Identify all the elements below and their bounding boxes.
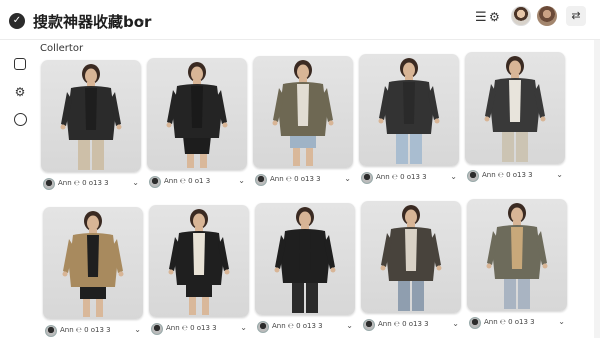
chevron-down-icon[interactable]: ⌄ <box>450 172 457 181</box>
product-meta: Ann ℮ 0 o13 3 ⌄ <box>255 321 355 335</box>
product-card[interactable]: Ann ℮ 0 o13 3 ⌄ <box>43 207 143 337</box>
product-card[interactable]: Ann ℮ 0 o13 3 ⌄ <box>41 60 141 190</box>
product-photo[interactable] <box>361 201 461 313</box>
swap-icon[interactable]: ⇄ <box>566 6 586 26</box>
product-photo[interactable] <box>465 52 565 164</box>
product-meta-text: Ann ℮ 0 o13 3 <box>166 324 217 332</box>
product-photo[interactable] <box>149 205 249 317</box>
list-icon[interactable]: ☰ <box>475 10 487 25</box>
seller-avatar[interactable] <box>255 174 267 186</box>
product-meta: Ann ℮ 0 o13 3 ⌄ <box>361 319 461 333</box>
product-photo[interactable] <box>43 207 143 319</box>
model-photo <box>484 56 546 162</box>
product-meta-text: Ann ℮ 0 o13 3 <box>378 320 429 328</box>
model-photo <box>378 58 440 164</box>
seller-avatar[interactable] <box>149 176 161 188</box>
chevron-down-icon[interactable]: ⌄ <box>132 178 139 187</box>
seller-avatar[interactable] <box>467 170 479 182</box>
user-avatar-2[interactable] <box>537 6 557 26</box>
model-photo <box>274 207 336 313</box>
product-card[interactable]: Ann ℮ 0 o13 3 ⌄ <box>255 203 355 333</box>
product-meta: Ann ℮ 0 o13 3 ⌄ <box>41 178 141 192</box>
page-title: 搜款神器收藏bor <box>33 13 152 31</box>
chevron-down-icon[interactable]: ⌄ <box>452 319 459 328</box>
product-photo[interactable] <box>467 199 567 311</box>
product-meta: Ann ℮ 0 o13 3 ⌄ <box>149 323 249 337</box>
section-title: Collertor <box>40 43 84 54</box>
product-meta-text: Ann ℮ 0 o1 3 <box>164 177 211 185</box>
product-meta-text: Ann ℮ 0 o13 3 <box>484 318 535 326</box>
product-meta: Ann ℮ 0 o1 3 ⌄ <box>147 176 247 190</box>
gear-icon[interactable]: ⚙ <box>12 84 28 100</box>
chevron-down-icon[interactable]: ⌄ <box>346 321 353 330</box>
seller-avatar[interactable] <box>43 178 55 190</box>
seller-avatar[interactable] <box>469 317 481 329</box>
product-meta: Ann ℮ 0 o13 3 ⌄ <box>43 325 143 338</box>
product-meta: Ann ℮ 0 o13 3 ⌄ <box>467 317 567 331</box>
product-photo[interactable] <box>41 60 141 172</box>
chevron-down-icon[interactable]: ⌄ <box>240 323 247 332</box>
seller-avatar[interactable] <box>361 172 373 184</box>
product-photo[interactable] <box>253 56 353 168</box>
model-photo <box>380 205 442 311</box>
product-meta-text: Ann ℮ 0 o13 3 <box>270 175 321 183</box>
product-card[interactable]: Ann ℮ 0 o1 3 ⌄ <box>147 58 247 188</box>
product-card[interactable]: Ann ℮ 0 o13 3 ⌄ <box>467 199 567 329</box>
product-photo[interactable] <box>255 203 355 315</box>
product-meta: Ann ℮ 0 o13 3 ⌄ <box>253 174 353 188</box>
chevron-down-icon[interactable]: ⌄ <box>344 174 351 183</box>
product-card[interactable]: Ann ℮ 0 o13 3 ⌄ <box>361 201 461 331</box>
seller-avatar[interactable] <box>45 325 57 337</box>
chevron-down-icon[interactable]: ⌄ <box>558 317 565 326</box>
scrollbar[interactable] <box>594 40 600 338</box>
chevron-down-icon[interactable]: ⌄ <box>134 325 141 334</box>
product-meta-text: Ann ℮ 0 o13 3 <box>58 179 109 187</box>
product-photo[interactable] <box>147 58 247 170</box>
user-avatar-1[interactable] <box>511 6 531 26</box>
chevron-down-icon[interactable]: ⌄ <box>238 176 245 185</box>
bag-icon[interactable] <box>14 58 26 70</box>
model-photo <box>166 62 228 168</box>
model-photo <box>486 203 548 309</box>
product-meta-text: Ann ℮ 0 o13 3 <box>60 326 111 334</box>
model-photo <box>62 211 124 317</box>
product-meta-text: Ann ℮ 0 o13 3 <box>272 322 323 330</box>
seller-avatar[interactable] <box>257 321 269 333</box>
gear-icon[interactable]: ⚙ <box>489 10 500 24</box>
model-photo <box>60 64 122 170</box>
product-card[interactable]: Ann ℮ 0 o13 3 ⌄ <box>465 52 565 182</box>
product-meta-text: Ann ℮ 0 o13 3 <box>376 173 427 181</box>
product-card[interactable]: Ann ℮ 0 o13 3 ⌄ <box>149 205 249 335</box>
check-logo-icon[interactable]: ✓ <box>9 13 25 29</box>
model-photo <box>272 60 334 166</box>
product-meta: Ann ℮ 0 o13 3 ⌄ <box>465 170 565 184</box>
seller-avatar[interactable] <box>363 319 375 331</box>
seller-avatar[interactable] <box>151 323 163 335</box>
app-header: ✓ 搜款神器收藏bor ⌄ ☰ ⚙ ⇄ <box>0 0 600 40</box>
product-card[interactable]: Ann ℮ 0 o13 3 ⌄ <box>253 56 353 186</box>
chevron-down-icon[interactable]: ⌄ <box>137 13 146 26</box>
product-photo[interactable] <box>359 54 459 166</box>
product-card[interactable]: Ann ℮ 0 o13 3 ⌄ <box>359 54 459 184</box>
product-meta-text: Ann ℮ 0 o13 3 <box>482 171 533 179</box>
product-meta: Ann ℮ 0 o13 3 ⌄ <box>359 172 459 186</box>
chevron-down-icon[interactable]: ⌄ <box>556 170 563 179</box>
model-photo <box>168 209 230 315</box>
circle-icon[interactable] <box>14 113 27 126</box>
